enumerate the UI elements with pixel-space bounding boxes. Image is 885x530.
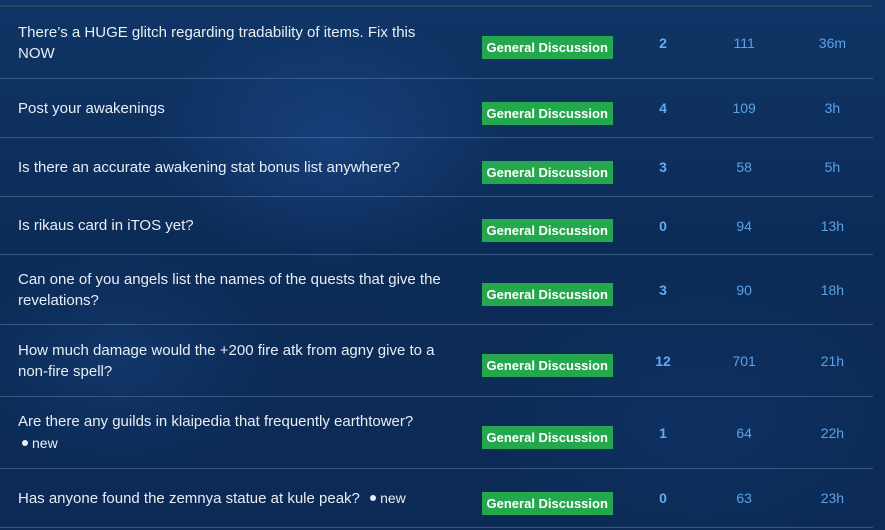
topic-row[interactable]: There’s a HUGE glitch regarding tradabil…: [0, 7, 873, 79]
topic-category-cell: General Discussion: [462, 151, 613, 184]
new-dot-icon: [22, 440, 28, 447]
topic-replies: 1: [659, 424, 667, 441]
topic-row[interactable]: Post your awakenings General Discussion …: [0, 79, 873, 138]
topic-title-cell: Post your awakenings: [0, 98, 462, 119]
topic-activity[interactable]: 5h: [774, 159, 873, 175]
topic-replies: 2: [659, 34, 667, 51]
topic-activity[interactable]: 22h: [774, 425, 873, 441]
topic-title-cell: Has anyone found the zemnya statue at ku…: [0, 488, 462, 509]
new-label: new: [380, 489, 406, 506]
category-badge[interactable]: General Discussion: [481, 491, 613, 515]
topic-row[interactable]: Are there any guilds in klaipedia that f…: [0, 397, 873, 469]
category-badge[interactable]: General Discussion: [481, 36, 613, 59]
new-topic-badge: new: [370, 490, 406, 506]
topic-views: 64: [736, 424, 752, 441]
topic-title-link[interactable]: Post your awakenings: [18, 100, 165, 117]
topic-activity[interactable]: 21h: [774, 353, 873, 369]
topic-views: 58: [736, 159, 752, 175]
topic-title-cell: Can one of you angels list the names of …: [0, 269, 462, 311]
new-label: new: [32, 435, 58, 451]
topic-category-cell: General Discussion: [462, 92, 613, 125]
topic-views: 63: [736, 490, 752, 506]
topic-activity[interactable]: 3h: [774, 100, 873, 116]
topic-category-cell: General Discussion: [462, 416, 613, 449]
topic-category-cell: General Discussion: [462, 209, 613, 242]
topic-title-cell: Is rikaus card in iTOS yet?: [0, 215, 462, 236]
topic-category-cell: General Discussion: [462, 482, 613, 515]
topic-views: 94: [736, 217, 752, 234]
category-badge[interactable]: General Discussion: [481, 283, 613, 306]
topic-activity[interactable]: 13h: [774, 218, 873, 234]
category-badge[interactable]: General Discussion: [481, 160, 613, 184]
category-badge[interactable]: General Discussion: [481, 426, 613, 449]
topic-row[interactable]: Is there an accurate awakening stat bonu…: [0, 138, 873, 197]
topic-category-cell: General Discussion: [462, 26, 613, 59]
category-badge[interactable]: General Discussion: [481, 219, 613, 242]
topic-row[interactable]: Has anyone found the zemnya statue at ku…: [0, 469, 873, 528]
topic-activity[interactable]: 36m: [774, 35, 873, 51]
topic-replies: 3: [659, 159, 667, 175]
topic-replies: 0: [659, 490, 667, 506]
topic-category-cell: General Discussion: [462, 344, 613, 377]
topic-title-link[interactable]: Is there an accurate awakening stat bonu…: [18, 159, 400, 176]
topic-views: 109: [732, 100, 756, 116]
topic-row[interactable]: Is rikaus card in iTOS yet? General Disc…: [0, 197, 873, 255]
topic-title-cell: How much damage would the +200 fire atk …: [0, 340, 462, 382]
topic-category-cell: General Discussion: [462, 273, 613, 306]
topic-title-link[interactable]: There’s a HUGE glitch regarding tradabil…: [18, 24, 415, 62]
topic-replies: 4: [659, 100, 667, 116]
topic-views: 701: [732, 352, 756, 369]
topic-list: There’s a HUGE glitch regarding tradabil…: [0, 7, 873, 528]
topic-row[interactable]: Can one of you angels list the names of …: [0, 255, 873, 325]
topic-replies: 12: [655, 352, 671, 369]
topic-title-cell: Are there any guilds in klaipedia that f…: [0, 411, 462, 454]
topic-title-cell: Is there an accurate awakening stat bonu…: [0, 157, 462, 178]
topic-replies: 0: [659, 217, 667, 234]
topic-title-link[interactable]: How much damage would the +200 fire atk …: [18, 342, 434, 380]
topic-title-link[interactable]: Are there any guilds in klaipedia that f…: [18, 413, 413, 430]
topic-title-link[interactable]: Has anyone found the zemnya statue at ku…: [18, 490, 360, 507]
topic-views: 90: [736, 281, 752, 298]
topic-views: 111: [733, 34, 755, 51]
topic-activity[interactable]: 23h: [774, 490, 873, 506]
topic-replies: 3: [659, 281, 667, 298]
topic-title-cell: There’s a HUGE glitch regarding tradabil…: [0, 22, 462, 64]
category-badge[interactable]: General Discussion: [481, 354, 613, 377]
new-topic-badge: new: [22, 433, 452, 454]
category-badge[interactable]: General Discussion: [481, 101, 613, 125]
topic-title-link[interactable]: Can one of you angels list the names of …: [18, 271, 441, 309]
new-dot-icon: [370, 494, 377, 501]
topic-activity[interactable]: 18h: [774, 282, 873, 298]
topic-title-link[interactable]: Is rikaus card in iTOS yet?: [18, 217, 194, 234]
topic-row[interactable]: How much damage would the +200 fire atk …: [0, 325, 873, 397]
